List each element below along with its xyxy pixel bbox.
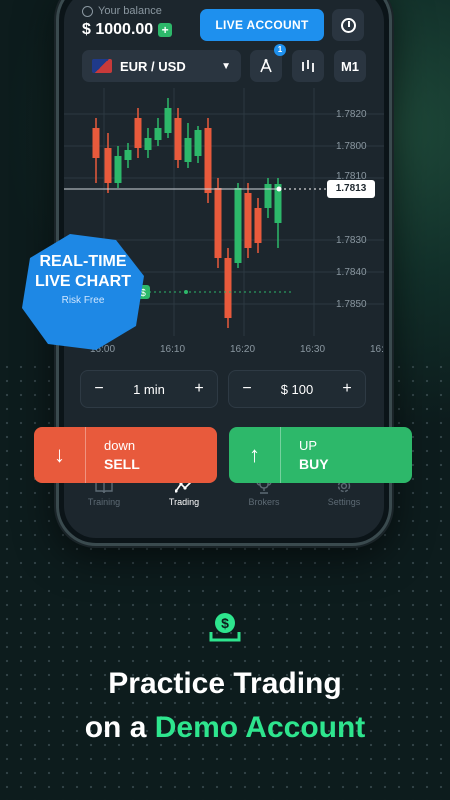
candle-body <box>92 128 100 158</box>
clock-icon <box>340 17 356 33</box>
candle-body <box>234 188 242 263</box>
candle-body <box>134 118 142 148</box>
amount-value: $ 100 <box>280 381 314 397</box>
duration-plus-button[interactable]: + <box>191 380 207 398</box>
sell-sublabel: down <box>104 438 136 453</box>
candle-body <box>204 128 212 193</box>
eu-us-flag-icon <box>92 59 112 73</box>
headline-line1: Practice Trading <box>108 667 342 700</box>
dollar-coin-icon: $ <box>209 613 241 642</box>
candle-body <box>184 138 192 162</box>
nav-item-brokers[interactable]: Brokers <box>224 478 304 522</box>
sell-button[interactable]: ↓ down SELL <box>34 427 217 483</box>
pair-selector[interactable]: EUR / USD ▼ <box>82 50 241 82</box>
time-tick: 16:10 <box>160 344 185 355</box>
amount-plus-button[interactable]: + <box>339 380 355 398</box>
candle-body <box>194 130 202 156</box>
wallet-icon <box>82 5 93 17</box>
svg-text:$: $ <box>221 615 229 631</box>
drawing-count-badge: 1 <box>274 44 286 56</box>
candle-body <box>224 258 232 318</box>
open-trade-dot <box>184 290 188 294</box>
headline-accent: Demo Account <box>154 711 366 744</box>
arrow-up-icon: ↑ <box>229 427 281 483</box>
candle-body <box>254 208 262 243</box>
headline-prefix: on a <box>84 711 155 744</box>
arrow-down-icon: ↓ <box>34 427 86 483</box>
candle-body <box>244 193 252 248</box>
candle-body <box>264 184 272 208</box>
candle-body <box>104 148 112 183</box>
badge-line3: Risk Free <box>61 295 105 306</box>
amount-stepper[interactable]: − $ 100 + <box>228 370 366 408</box>
nav-label: Trading <box>168 497 200 507</box>
candle-body <box>164 108 172 133</box>
price-tick: 1.7850 <box>336 299 367 310</box>
price-tick: 1.7830 <box>336 235 367 246</box>
balance-value: $ 1000.00 + <box>82 21 173 39</box>
amount-minus-button[interactable]: − <box>239 380 255 398</box>
candle-body <box>214 188 222 258</box>
candle-body <box>144 138 152 150</box>
add-funds-button[interactable]: + <box>158 23 173 37</box>
realtime-badge-text: REAL-TIME LIVE CHART Risk Free <box>18 252 148 306</box>
price-tick: 1.7800 <box>336 141 367 152</box>
price-tick: 1.7820 <box>336 109 367 120</box>
balance-label: Your balance <box>82 5 162 17</box>
drawing-tools-button[interactable]: 1 <box>250 44 286 82</box>
candle-body <box>124 150 132 160</box>
buy-label: BUY <box>299 456 329 472</box>
price-tick: 1.7840 <box>336 267 367 278</box>
duration-stepper[interactable]: − 1 min + <box>80 370 218 408</box>
timeframe-button[interactable]: M1 <box>334 50 366 82</box>
time-tick: 16:4 <box>370 344 384 355</box>
buy-button[interactable]: ↑ UP BUY <box>229 427 412 483</box>
nav-item-trading[interactable]: Trading <box>144 478 224 522</box>
candle-body <box>174 118 182 160</box>
indicators-button[interactable] <box>292 50 324 82</box>
sell-label: SELL <box>104 456 140 472</box>
nav-item-settings[interactable]: Settings <box>304 478 384 522</box>
candle-body <box>154 128 162 140</box>
nav-item-training[interactable]: Training <box>64 478 144 522</box>
time-tick: 16:30 <box>300 344 325 355</box>
live-account-button[interactable]: LIVE ACCOUNT <box>200 9 324 41</box>
compass-icon <box>260 59 272 73</box>
current-price-tag: 1.7813 <box>327 180 375 198</box>
clock-button[interactable] <box>332 9 364 41</box>
indicators-icon <box>302 60 314 72</box>
time-tick: 16:20 <box>230 344 255 355</box>
buy-sublabel: UP <box>299 438 318 453</box>
badge-line2: LIVE CHART <box>35 273 131 290</box>
nav-label: Brokers <box>248 497 280 507</box>
chevron-down-icon: ▼ <box>221 60 231 72</box>
bottom-nav: Training Trading Brokers Settings <box>64 478 384 522</box>
nav-label: Settings <box>327 497 361 507</box>
pair-label: EUR / USD <box>120 58 186 74</box>
headline-line2: on a Demo Account <box>0 711 450 745</box>
badge-line1: REAL-TIME <box>39 253 127 270</box>
nav-label: Training <box>87 497 121 507</box>
duration-value: 1 min <box>133 381 165 397</box>
candle-body <box>114 156 122 183</box>
duration-minus-button[interactable]: − <box>91 380 107 398</box>
